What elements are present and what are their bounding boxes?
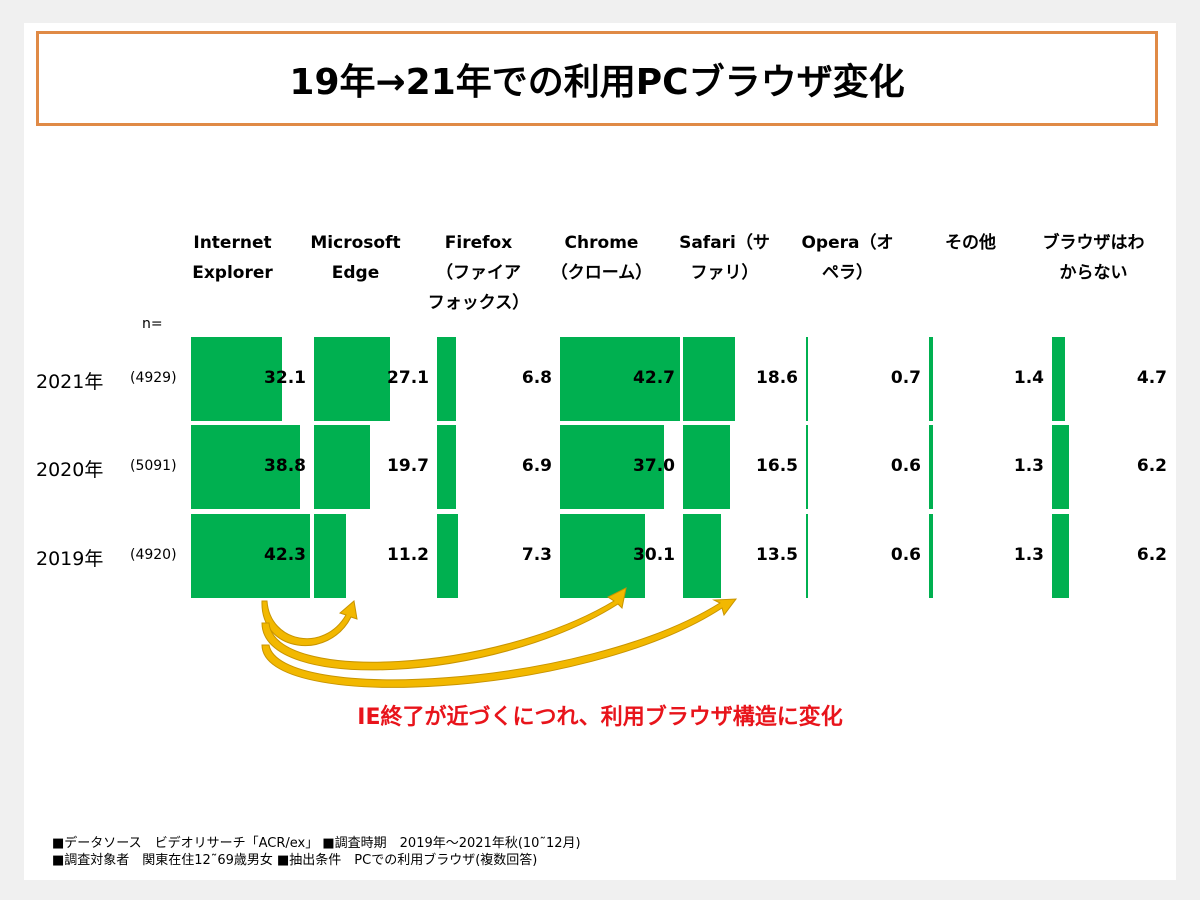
arrow-ie-to-chrome: [261, 587, 627, 671]
caption: IE終了が近づくにつれ、利用ブラウザ構造に変化: [357, 705, 843, 730]
arrows-layer: [261, 587, 738, 688]
footer-line-1: ■データソース ビデオリサーチ「ACR/ex」 ■調査時期 2019年～2021…: [52, 836, 581, 851]
slide: 19年→21年での利用PCブラウザ変化 Internet Explorer Mic…: [24, 23, 1176, 880]
arrow-ie-to-safari: [261, 598, 738, 688]
footer-line-2: ■調査対象者 関東在住12˜69歳男女 ■抽出条件 PCでの利用ブラウザ(複数回…: [52, 853, 538, 868]
footer: ■データソース ビデオリサーチ「ACR/ex」 ■調査時期 2019年～2021…: [52, 835, 581, 869]
